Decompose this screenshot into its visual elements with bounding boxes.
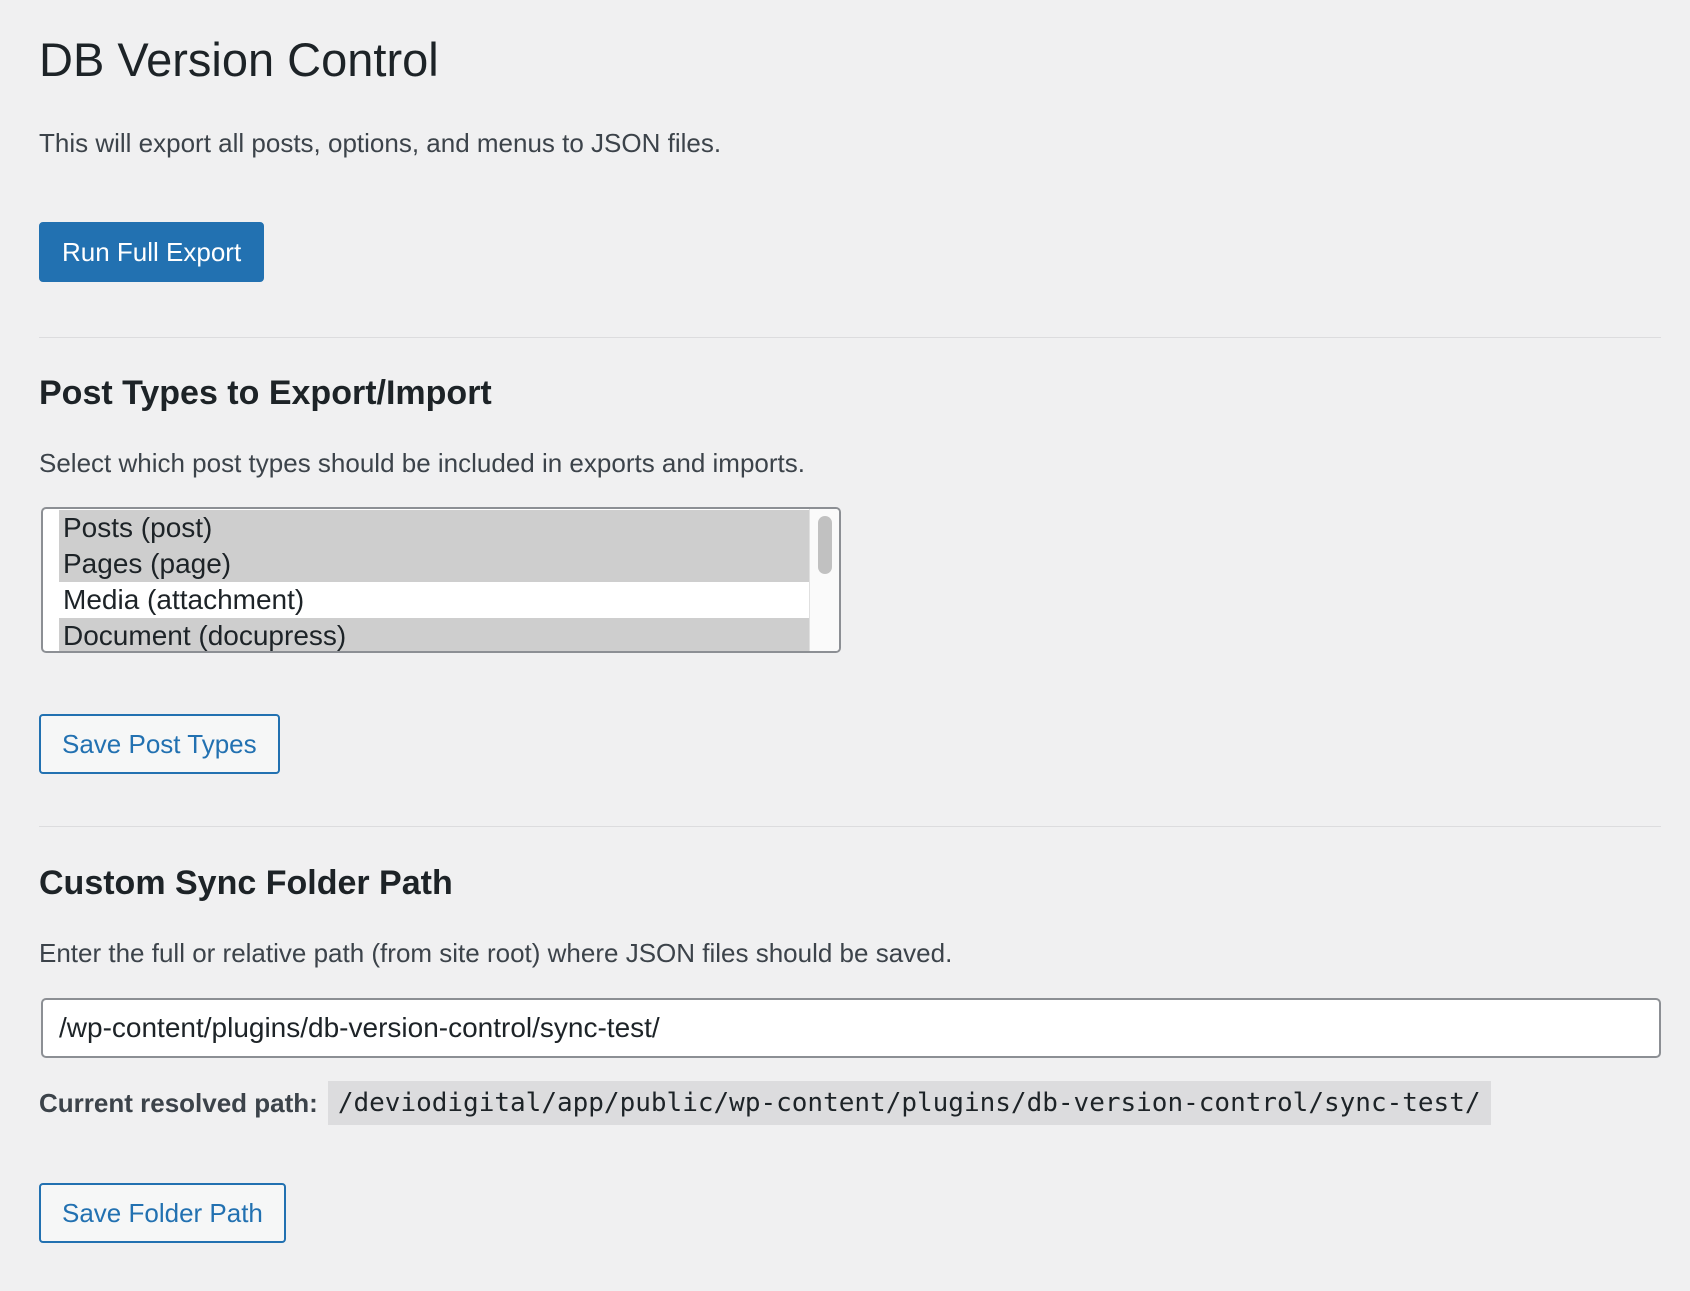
post-types-multiselect[interactable]: Posts (post) Pages (page) Media (attachm…: [41, 507, 841, 653]
post-type-option-attachment[interactable]: Media (attachment): [59, 582, 837, 618]
post-type-option-post[interactable]: Posts (post): [59, 510, 837, 546]
resolved-path-row: Current resolved path: /deviodigital/app/…: [39, 1081, 1491, 1125]
sync-folder-path-input[interactable]: [41, 998, 1661, 1058]
section-divider: [39, 826, 1661, 827]
resolved-path-label: Current resolved path:: [39, 1088, 318, 1118]
listbox-scrollbar[interactable]: [809, 509, 839, 651]
post-type-option-page[interactable]: Pages (page): [59, 546, 837, 582]
post-types-description: Select which post types should be includ…: [39, 448, 805, 478]
save-folder-path-button[interactable]: Save Folder Path: [39, 1183, 286, 1243]
resolved-path-value: /deviodigital/app/public/wp-content/plug…: [327, 1081, 1491, 1125]
post-types-heading: Post Types to Export/Import: [39, 374, 492, 412]
save-post-types-button[interactable]: Save Post Types: [39, 714, 280, 774]
run-full-export-button[interactable]: Run Full Export: [39, 222, 265, 282]
page-title: DB Version Control: [39, 33, 439, 86]
post-types-options: Posts (post) Pages (page) Media (attachm…: [59, 510, 837, 651]
scrollbar-thumb[interactable]: [818, 516, 832, 574]
post-type-option-docupress[interactable]: Document (docupress): [59, 618, 837, 651]
section-divider: [39, 337, 1661, 338]
sync-folder-description: Enter the full or relative path (from si…: [39, 938, 953, 968]
page-description: This will export all posts, options, and…: [39, 128, 722, 158]
sync-folder-heading: Custom Sync Folder Path: [39, 864, 453, 902]
